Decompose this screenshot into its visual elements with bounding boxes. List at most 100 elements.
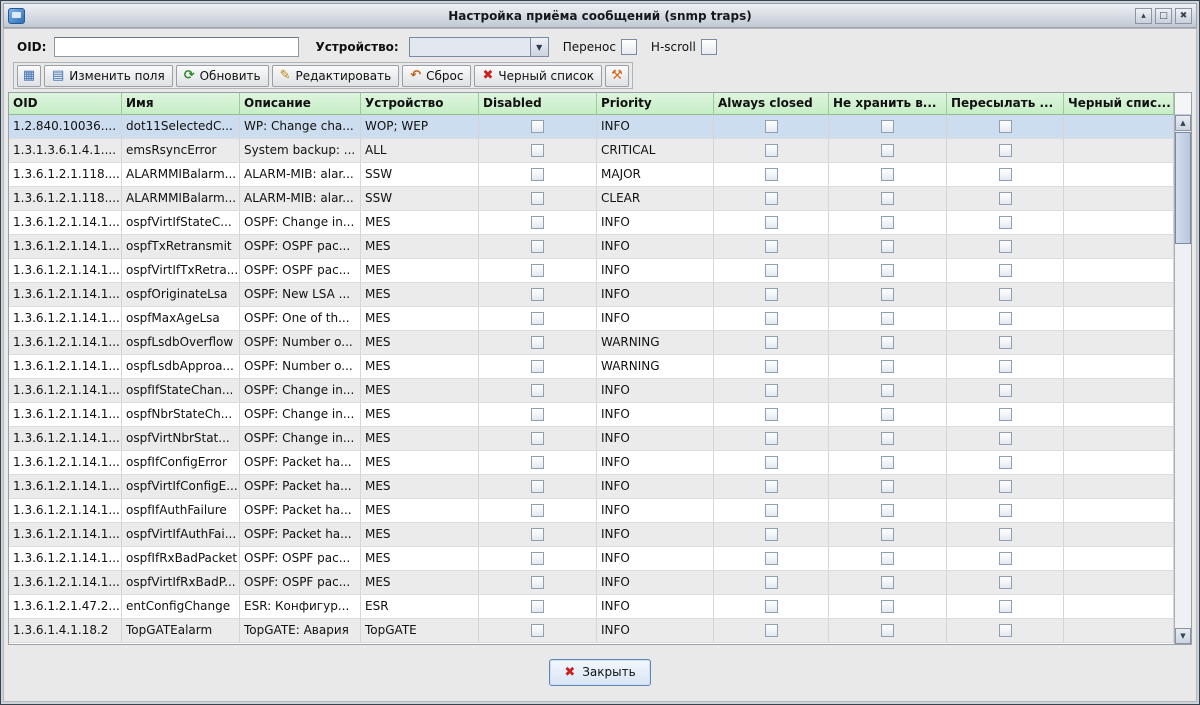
tool-button[interactable]: ⚒ xyxy=(605,65,629,87)
table-row[interactable]: 1.3.6.1.2.1.14.1....ospfVirtIfTxRetra...… xyxy=(9,259,1174,283)
forward-checkbox[interactable] xyxy=(999,216,1012,229)
no_store-checkbox[interactable] xyxy=(881,120,894,133)
forward-checkbox[interactable] xyxy=(999,384,1012,397)
disabled-checkbox[interactable] xyxy=(531,192,544,205)
always_closed-checkbox[interactable] xyxy=(765,168,778,181)
table-row[interactable]: 1.2.840.10036....dot11SelectedC...WP: Ch… xyxy=(9,115,1174,139)
table-row[interactable]: 1.3.6.1.2.1.14.1....ospfVirtIfStateC...O… xyxy=(9,211,1174,235)
forward-checkbox[interactable] xyxy=(999,624,1012,637)
forward-checkbox[interactable] xyxy=(999,576,1012,589)
forward-checkbox[interactable] xyxy=(999,480,1012,493)
shade-button[interactable]: ▴ xyxy=(1135,8,1152,24)
forward-checkbox[interactable] xyxy=(999,144,1012,157)
no_store-checkbox[interactable] xyxy=(881,240,894,253)
no_store-checkbox[interactable] xyxy=(881,600,894,613)
scrollbar-track[interactable] xyxy=(1175,131,1191,628)
close-button[interactable]: ✖ Закрыть xyxy=(549,659,650,686)
forward-checkbox[interactable] xyxy=(999,504,1012,517)
forward-checkbox[interactable] xyxy=(999,360,1012,373)
no_store-checkbox[interactable] xyxy=(881,528,894,541)
no_store-checkbox[interactable] xyxy=(881,504,894,517)
always_closed-checkbox[interactable] xyxy=(765,264,778,277)
always_closed-checkbox[interactable] xyxy=(765,456,778,469)
scrollbar-thumb[interactable] xyxy=(1175,132,1191,244)
always_closed-checkbox[interactable] xyxy=(765,384,778,397)
forward-checkbox[interactable] xyxy=(999,240,1012,253)
disabled-checkbox[interactable] xyxy=(531,408,544,421)
always_closed-checkbox[interactable] xyxy=(765,552,778,565)
always_closed-checkbox[interactable] xyxy=(765,528,778,541)
table-row[interactable]: 1.3.6.1.2.1.14.1....ospfLsdbApproa...OSP… xyxy=(9,355,1174,379)
always_closed-checkbox[interactable] xyxy=(765,216,778,229)
table-row[interactable]: 1.3.6.1.4.1.18.2TopGATEalarmTopGATE: Ава… xyxy=(9,619,1174,643)
no_store-checkbox[interactable] xyxy=(881,168,894,181)
no_store-checkbox[interactable] xyxy=(881,576,894,589)
always_closed-checkbox[interactable] xyxy=(765,408,778,421)
no_store-checkbox[interactable] xyxy=(881,456,894,469)
always_closed-checkbox[interactable] xyxy=(765,480,778,493)
always_closed-checkbox[interactable] xyxy=(765,240,778,253)
no_store-checkbox[interactable] xyxy=(881,144,894,157)
disabled-checkbox[interactable] xyxy=(531,600,544,613)
disabled-checkbox[interactable] xyxy=(531,552,544,565)
always_closed-checkbox[interactable] xyxy=(765,504,778,517)
always_closed-checkbox[interactable] xyxy=(765,360,778,373)
disabled-checkbox[interactable] xyxy=(531,168,544,181)
no_store-checkbox[interactable] xyxy=(881,408,894,421)
table-row[interactable]: 1.3.6.1.2.1.118....ALARMMIBalarm...ALARM… xyxy=(9,187,1174,211)
disabled-checkbox[interactable] xyxy=(531,624,544,637)
table-row[interactable]: 1.3.6.1.2.1.14.1....ospfVirtIfAuthFai...… xyxy=(9,523,1174,547)
forward-checkbox[interactable] xyxy=(999,336,1012,349)
always_closed-checkbox[interactable] xyxy=(765,336,778,349)
always_closed-checkbox[interactable] xyxy=(765,600,778,613)
no_store-checkbox[interactable] xyxy=(881,624,894,637)
no_store-checkbox[interactable] xyxy=(881,360,894,373)
disabled-checkbox[interactable] xyxy=(531,576,544,589)
forward-checkbox[interactable] xyxy=(999,408,1012,421)
table-row[interactable]: 1.3.6.1.2.1.14.1....ospfLsdbOverflowOSPF… xyxy=(9,331,1174,355)
edit-button[interactable]: ✎ Редактировать xyxy=(272,65,400,87)
table-row[interactable]: 1.3.6.1.2.1.47.2....entConfigChangeESR: … xyxy=(9,595,1174,619)
always_closed-checkbox[interactable] xyxy=(765,144,778,157)
device-combobox[interactable]: ▼ xyxy=(409,37,549,57)
always_closed-checkbox[interactable] xyxy=(765,192,778,205)
column-header[interactable]: Имя xyxy=(122,93,240,115)
column-header[interactable]: Disabled xyxy=(479,93,597,115)
close-window-button[interactable]: ✖ xyxy=(1175,8,1192,24)
forward-checkbox[interactable] xyxy=(999,432,1012,445)
no_store-checkbox[interactable] xyxy=(881,384,894,397)
always_closed-checkbox[interactable] xyxy=(765,288,778,301)
table-row[interactable]: 1.3.6.1.2.1.14.1....ospfIfConfigErrorOSP… xyxy=(9,451,1174,475)
forward-checkbox[interactable] xyxy=(999,552,1012,565)
column-header[interactable]: Черный спис... xyxy=(1064,93,1174,115)
forward-checkbox[interactable] xyxy=(999,600,1012,613)
no_store-checkbox[interactable] xyxy=(881,480,894,493)
table-row[interactable]: 1.3.6.1.2.1.14.1....ospfVirtNbrStat...OS… xyxy=(9,427,1174,451)
forward-checkbox[interactable] xyxy=(999,528,1012,541)
title-bar[interactable]: Настройка приёма сообщений (snmp traps) … xyxy=(3,3,1197,28)
forward-checkbox[interactable] xyxy=(999,312,1012,325)
column-header[interactable]: Always closed xyxy=(714,93,829,115)
blacklist-button[interactable]: ✖ Черный список xyxy=(474,65,602,87)
table-row[interactable]: 1.3.6.1.2.1.14.1....ospfNbrStateCh...OSP… xyxy=(9,403,1174,427)
refresh-button[interactable]: ⟳ Обновить xyxy=(176,65,269,87)
no_store-checkbox[interactable] xyxy=(881,264,894,277)
table-row[interactable]: 1.3.6.1.2.1.14.1....ospfTxRetransmitOSPF… xyxy=(9,235,1174,259)
disabled-checkbox[interactable] xyxy=(531,120,544,133)
no_store-checkbox[interactable] xyxy=(881,336,894,349)
always_closed-checkbox[interactable] xyxy=(765,624,778,637)
reset-button[interactable]: ↶ Сброс xyxy=(402,65,471,87)
forward-checkbox[interactable] xyxy=(999,288,1012,301)
table-row[interactable]: 1.3.6.1.2.1.118....ALARMMIBalarm...ALARM… xyxy=(9,163,1174,187)
column-header[interactable]: Пересылать ... xyxy=(947,93,1064,115)
table-row[interactable]: 1.3.6.1.2.1.14.1....ospfVirtIfRxBadP...O… xyxy=(9,571,1174,595)
column-header[interactable]: Описание xyxy=(240,93,361,115)
scroll-up-icon[interactable]: ▲ xyxy=(1175,115,1191,131)
no_store-checkbox[interactable] xyxy=(881,432,894,445)
always_closed-checkbox[interactable] xyxy=(765,432,778,445)
no_store-checkbox[interactable] xyxy=(881,312,894,325)
disabled-checkbox[interactable] xyxy=(531,480,544,493)
table-row[interactable]: 1.3.6.1.2.1.14.1....ospfIfStateChan...OS… xyxy=(9,379,1174,403)
forward-checkbox[interactable] xyxy=(999,264,1012,277)
column-header[interactable]: Priority xyxy=(597,93,714,115)
